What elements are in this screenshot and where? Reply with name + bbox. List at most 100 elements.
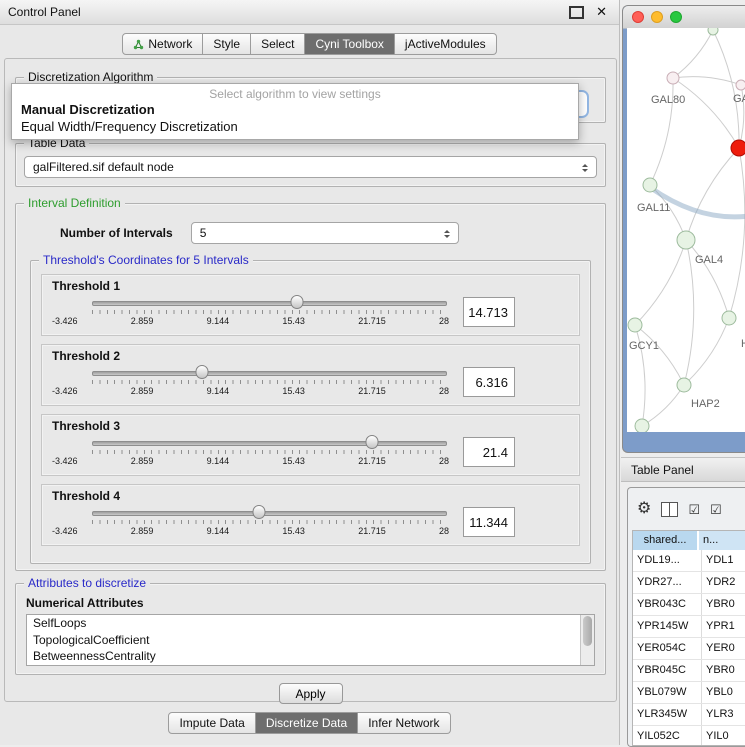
slider-track[interactable] [92,441,447,446]
table-cell[interactable]: YPR1 [702,616,745,637]
apply-button[interactable]: Apply [279,683,343,704]
network-node[interactable] [667,72,679,84]
tab-infer-network[interactable]: Infer Network [358,712,450,734]
table-cell[interactable]: YBR0 [702,594,745,615]
threshold-value-input[interactable]: 11.344 [463,507,515,537]
list-item[interactable]: TopologicalCoefficient [27,632,594,649]
network-node[interactable] [722,311,736,325]
slider-thumb[interactable] [366,435,379,449]
float-window-icon[interactable] [569,6,584,19]
network-node[interactable] [628,318,642,332]
table-cell[interactable]: YDL1 [702,550,745,571]
settings-panel: Discretization Algorithm Select algorith… [4,58,617,702]
slider-thumb[interactable] [290,295,303,309]
scale-label: 9.144 [207,386,230,396]
tab-discretize-data[interactable]: Discretize Data [256,712,358,734]
table-row[interactable]: YBR045CYBR0 [633,660,745,682]
tab-cyni-toolbox[interactable]: Cyni Toolbox [305,33,394,55]
tab-network[interactable]: Network [122,33,203,55]
slider-track[interactable] [92,371,447,376]
table-row[interactable]: YDL19...YDL1 [633,550,745,572]
table-data-combobox[interactable]: galFiltered.sif default node [24,156,597,178]
node-label: HAP2 [691,398,720,410]
table-cell[interactable]: YBR0 [702,660,745,681]
network-node[interactable] [677,231,695,249]
mac-minimize-button[interactable] [651,11,663,23]
stepper-arrows-icon[interactable] [440,227,454,241]
checkbox-icon[interactable]: ☑ [688,503,700,516]
close-icon[interactable]: ✕ [596,4,607,20]
threshold-slider[interactable]: -3.4262.8599.14415.4321.71528 [52,503,449,541]
network-canvas[interactable]: GAL80GAGAL11GAL4GCY1HHAP2 [627,28,745,432]
slider-track[interactable] [92,511,447,516]
table-cell[interactable]: YER054C [633,638,702,659]
slider-track[interactable] [92,301,447,306]
tab-jactivemodules[interactable]: jActiveModules [395,33,497,55]
table-cell[interactable]: YIL0 [702,726,745,746]
tab-label: Select [261,37,294,51]
table-cell[interactable]: YIL052C [633,726,702,746]
scrollbar[interactable] [580,615,594,665]
attributes-group: Attributes to discretize Numerical Attri… [15,583,606,675]
dropdown-option-equal-width-frequency[interactable]: Equal Width/Frequency Discretization [12,118,578,135]
table-cell[interactable]: YBL079W [633,682,702,703]
threshold-slider[interactable]: -3.4262.8599.14415.4321.71528 [52,363,449,401]
threshold-value-input[interactable]: 6.316 [463,367,515,397]
table-cell[interactable]: YLR3 [702,704,745,725]
list-item[interactable]: BetweennessCentrality [27,648,594,665]
table-cell[interactable]: YER0 [702,638,745,659]
threshold-value-input[interactable]: 14.713 [463,297,515,327]
threshold-slider[interactable]: -3.4262.8599.14415.4321.71528 [52,433,449,471]
table-cell[interactable]: YBR045C [633,660,702,681]
algorithm-dropdown: Select algorithm to view settings Manual… [11,83,579,140]
mac-close-button[interactable] [632,11,644,23]
table-cell[interactable]: YLR345W [633,704,702,725]
scale-label: 15.43 [282,456,305,466]
node-label: H [741,338,745,350]
network-node[interactable] [736,80,745,90]
dropdown-option-manual-discretization[interactable]: Manual Discretization [12,101,578,118]
tab-style[interactable]: Style [203,33,251,55]
mac-zoom-button[interactable] [670,11,682,23]
network-node[interactable] [643,178,657,192]
gear-icon[interactable]: ⚙ [637,501,651,517]
scrollbar-thumb[interactable] [583,616,592,646]
number-of-intervals-label: Number of Intervals [60,226,173,240]
network-edge [642,385,684,426]
stepper-arrows-icon[interactable] [578,161,592,175]
tab-impute-data[interactable]: Impute Data [168,712,255,734]
thresholds-group: Threshold's Coordinates for 5 Intervals … [30,260,591,564]
table-cell[interactable]: YBR043C [633,594,702,615]
threshold-slider[interactable]: -3.4262.8599.14415.4321.71528 [52,293,449,331]
table-cell[interactable]: YDR2 [702,572,745,593]
table-cell[interactable]: YDL19... [633,550,702,571]
checkbox-icon[interactable]: ☑ [710,503,722,516]
slider-thumb[interactable] [252,505,265,519]
network-node[interactable] [708,28,718,35]
table-cell[interactable]: YBL0 [702,682,745,703]
number-of-intervals-combobox[interactable]: 5 [191,222,459,244]
table-row[interactable]: YBR043CYBR0 [633,594,745,616]
table-row[interactable]: YPR145WYPR1 [633,616,745,638]
table-cell[interactable]: YDR27... [633,572,702,593]
table-row[interactable]: YLR345WYLR3 [633,704,745,726]
table-row[interactable]: YER054CYER0 [633,638,745,660]
network-node[interactable] [635,419,649,432]
table-row[interactable]: YIL052CYIL0 [633,726,745,746]
slider-thumb[interactable] [196,365,209,379]
tab-label: Impute Data [179,716,244,730]
column-header-shared-name[interactable]: shared... [633,531,699,550]
network-node[interactable] [731,140,745,156]
column-header-name[interactable]: n... [699,531,745,550]
list-item[interactable]: SelfLoops [27,615,594,632]
table-cell[interactable]: YPR145W [633,616,702,637]
attributes-list[interactable]: SelfLoopsTopologicalCoefficientBetweenne… [26,614,595,666]
tab-select[interactable]: Select [251,33,305,55]
table-row[interactable]: YBL079WYBL0 [633,682,745,704]
threshold-value-input[interactable]: 21.4 [463,437,515,467]
table-row[interactable]: YDR27...YDR2 [633,572,745,594]
column-view-icon[interactable] [661,502,678,517]
network-node[interactable] [677,378,691,392]
threshold-label: Threshold 1 [52,279,569,293]
panel-title: Control Panel [0,5,569,19]
